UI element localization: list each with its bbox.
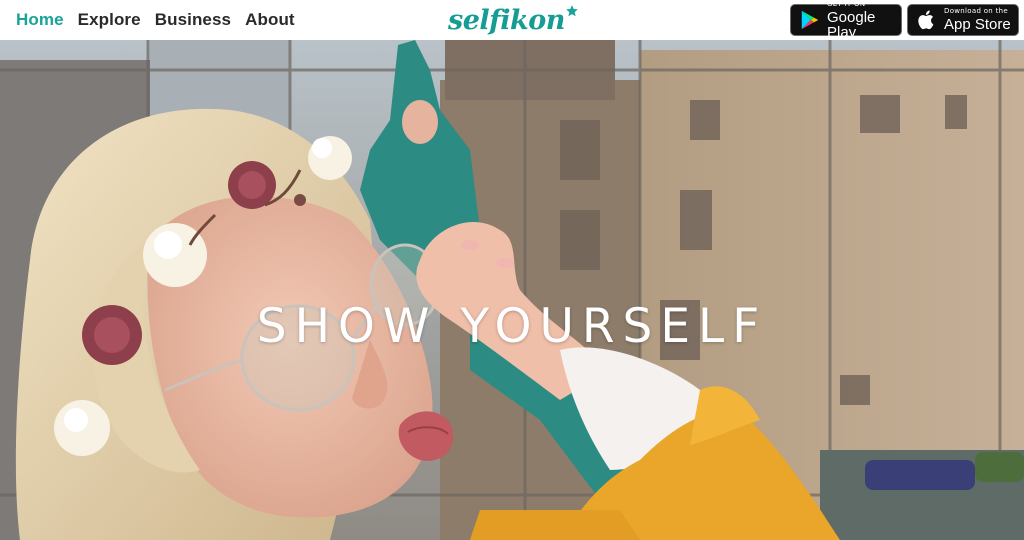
google-play-small-label: GET IT ON [827,0,866,8]
logo-text: selfikon [448,4,565,36]
selfikon-logo[interactable]: selfikon [448,3,578,37]
top-navbar: Home Explore Business About selfikon GET… [0,0,1024,40]
nav-explore[interactable]: Explore [78,10,141,30]
hero-banner: SHOW YOURSELF [0,40,1024,540]
app-store-label: App Store [944,16,1011,33]
star-icon [566,5,578,17]
google-play-text: GET IT ON Google Play [827,0,901,41]
hero-title: SHOW YOURSELF [256,299,768,355]
app-store-button[interactable]: Download on the App Store [907,4,1019,36]
nav-business[interactable]: Business [155,10,231,30]
google-play-label: Google Play [827,8,876,41]
app-store-text: Download on the App Store [944,7,1011,33]
hero-image [0,40,1024,540]
google-play-button[interactable]: GET IT ON Google Play [790,0,902,40]
apple-icon [918,10,934,30]
main-nav: Home Explore Business About [16,10,295,30]
nav-home[interactable]: Home [16,10,64,30]
google-play-icon [801,10,819,30]
app-store-small-label: Download on the [944,7,1008,15]
nav-about[interactable]: About [245,10,295,30]
